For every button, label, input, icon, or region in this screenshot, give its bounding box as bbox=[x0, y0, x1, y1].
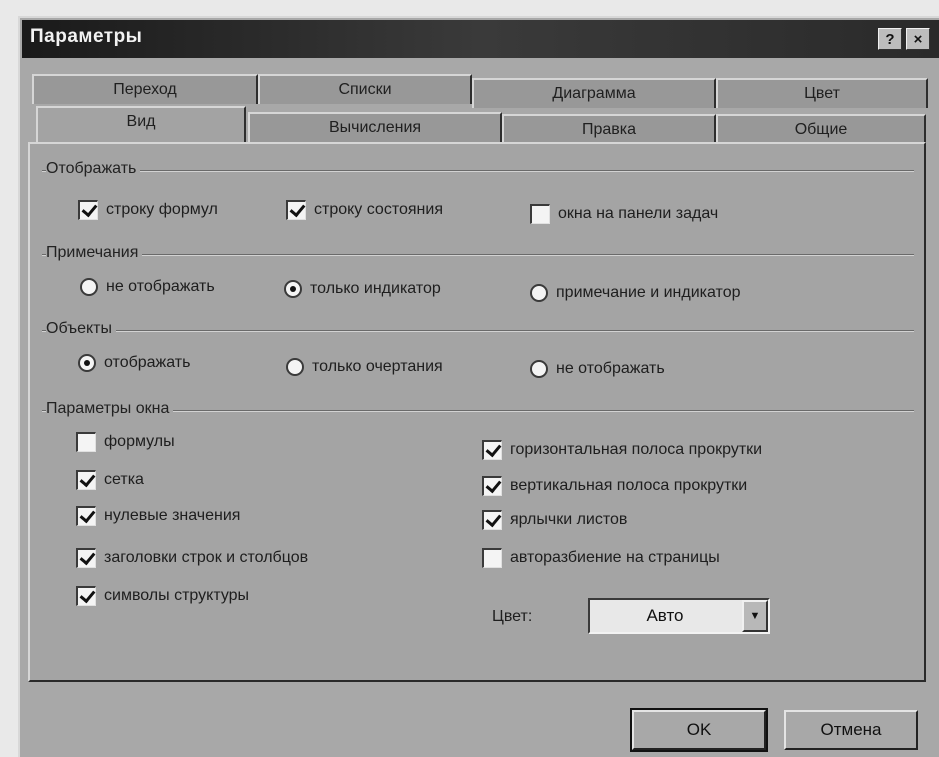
radio-notes-none[interactable]: не отображать bbox=[80, 278, 215, 296]
checkbox-box[interactable] bbox=[76, 506, 96, 526]
tab-transition[interactable]: Переход bbox=[32, 74, 258, 104]
checkbox-box[interactable] bbox=[530, 204, 550, 224]
group-label-notes: Примечания bbox=[46, 244, 143, 262]
option-label: примечание и индикатор bbox=[556, 284, 741, 301]
radio-objects-show[interactable]: отображать bbox=[78, 354, 190, 372]
checkbox-box[interactable] bbox=[286, 200, 306, 220]
option-label: нулевые значения bbox=[104, 507, 241, 524]
group-separator bbox=[42, 330, 914, 332]
checkbox-box[interactable] bbox=[76, 586, 96, 606]
option-label: вертикальная полоса прокрутки bbox=[510, 477, 748, 494]
tab-view[interactable]: Вид bbox=[36, 106, 246, 142]
option-label: символы структуры bbox=[104, 587, 250, 604]
checkbox-box[interactable] bbox=[482, 476, 502, 496]
option-label: не отображать bbox=[106, 278, 215, 295]
option-label: не отображать bbox=[556, 360, 665, 377]
color-value: Авто bbox=[646, 606, 684, 625]
radio-notes-indicator-only[interactable]: только индикатор bbox=[284, 280, 441, 298]
checkbox-box[interactable] bbox=[78, 200, 98, 220]
checkbox-box[interactable] bbox=[482, 440, 502, 460]
radio-notes-comment-and-indicator[interactable]: примечание и индикатор bbox=[530, 284, 741, 302]
checkbox-formulas[interactable]: формулы bbox=[76, 432, 175, 452]
group-separator bbox=[42, 254, 914, 256]
option-label: окна на панели задач bbox=[558, 205, 719, 222]
checkbox-outline-symbols[interactable]: символы структуры bbox=[76, 586, 249, 606]
tab-general[interactable]: Общие bbox=[716, 114, 926, 144]
tab-lists[interactable]: Списки bbox=[258, 74, 472, 104]
tab-calculation[interactable]: Вычисления bbox=[248, 112, 502, 142]
group-separator bbox=[42, 170, 914, 172]
radio-circle[interactable] bbox=[284, 280, 302, 298]
close-icon[interactable]: × bbox=[906, 28, 930, 50]
option-label: горизонтальная полоса прокрутки bbox=[510, 441, 763, 458]
option-label: отображать bbox=[104, 354, 191, 371]
checkbox-sheet-tabs[interactable]: ярлычки листов bbox=[482, 510, 627, 530]
color-dropdown[interactable]: Авто ▼ bbox=[588, 598, 770, 634]
checkbox-box[interactable] bbox=[76, 548, 96, 568]
color-label: Цвет: bbox=[492, 608, 533, 625]
tab-chart[interactable]: Диаграмма bbox=[472, 78, 716, 108]
radio-circle[interactable] bbox=[530, 360, 548, 378]
checkbox-vertical-scrollbar[interactable]: вертикальная полоса прокрутки bbox=[482, 476, 747, 496]
checkbox-auto-page-breaks[interactable]: авторазбиение на страницы bbox=[482, 548, 720, 568]
checkbox-gridlines[interactable]: сетка bbox=[76, 470, 144, 490]
group-label-window-params: Параметры окна bbox=[46, 400, 174, 418]
chevron-down-icon[interactable]: ▼ bbox=[742, 600, 768, 632]
group-label-display: Отображать bbox=[46, 160, 141, 178]
radio-objects-hide[interactable]: не отображать bbox=[530, 360, 665, 378]
radio-circle[interactable] bbox=[78, 354, 96, 372]
dialog-title: Параметры bbox=[30, 26, 143, 47]
checkbox-box[interactable] bbox=[482, 510, 502, 530]
option-label: только очертания bbox=[312, 358, 443, 375]
checkbox-box[interactable] bbox=[76, 432, 96, 452]
option-label: авторазбиение на страницы bbox=[510, 549, 720, 566]
radio-circle[interactable] bbox=[80, 278, 98, 296]
help-icon[interactable]: ? bbox=[878, 28, 902, 50]
option-label: строку формул bbox=[106, 201, 218, 218]
checkbox-row-column-headers[interactable]: заголовки строк и столбцов bbox=[76, 548, 308, 568]
checkbox-formula-bar[interactable]: строку формул bbox=[78, 200, 218, 220]
checkbox-box[interactable] bbox=[482, 548, 502, 568]
checkbox-zero-values[interactable]: нулевые значения bbox=[76, 506, 240, 526]
radio-objects-outlines-only[interactable]: только очертания bbox=[286, 358, 443, 376]
option-label: сетка bbox=[104, 471, 144, 488]
checkbox-status-bar[interactable]: строку состояния bbox=[286, 200, 443, 220]
tab-edit[interactable]: Правка bbox=[502, 114, 716, 144]
option-label: только индикатор bbox=[310, 280, 441, 297]
options-dialog: Параметры ? × Переход Списки Диаграмма Ц… bbox=[18, 16, 939, 757]
option-label: заголовки строк и столбцов bbox=[104, 549, 309, 566]
option-label: ярлычки листов bbox=[510, 511, 628, 528]
cancel-button[interactable]: Отмена bbox=[784, 710, 918, 750]
option-label: формулы bbox=[104, 433, 175, 450]
checkbox-windows-in-taskbar[interactable]: окна на панели задач bbox=[530, 204, 718, 224]
tab-color[interactable]: Цвет bbox=[716, 78, 928, 108]
radio-circle[interactable] bbox=[286, 358, 304, 376]
option-label: строку состояния bbox=[314, 201, 443, 218]
title-bar: Параметры ? × bbox=[22, 20, 939, 58]
group-label-objects: Объекты bbox=[46, 320, 116, 338]
checkbox-box[interactable] bbox=[76, 470, 96, 490]
ok-button[interactable]: OK bbox=[630, 708, 768, 752]
radio-circle[interactable] bbox=[530, 284, 548, 302]
checkbox-horizontal-scrollbar[interactable]: горизонтальная полоса прокрутки bbox=[482, 440, 762, 460]
